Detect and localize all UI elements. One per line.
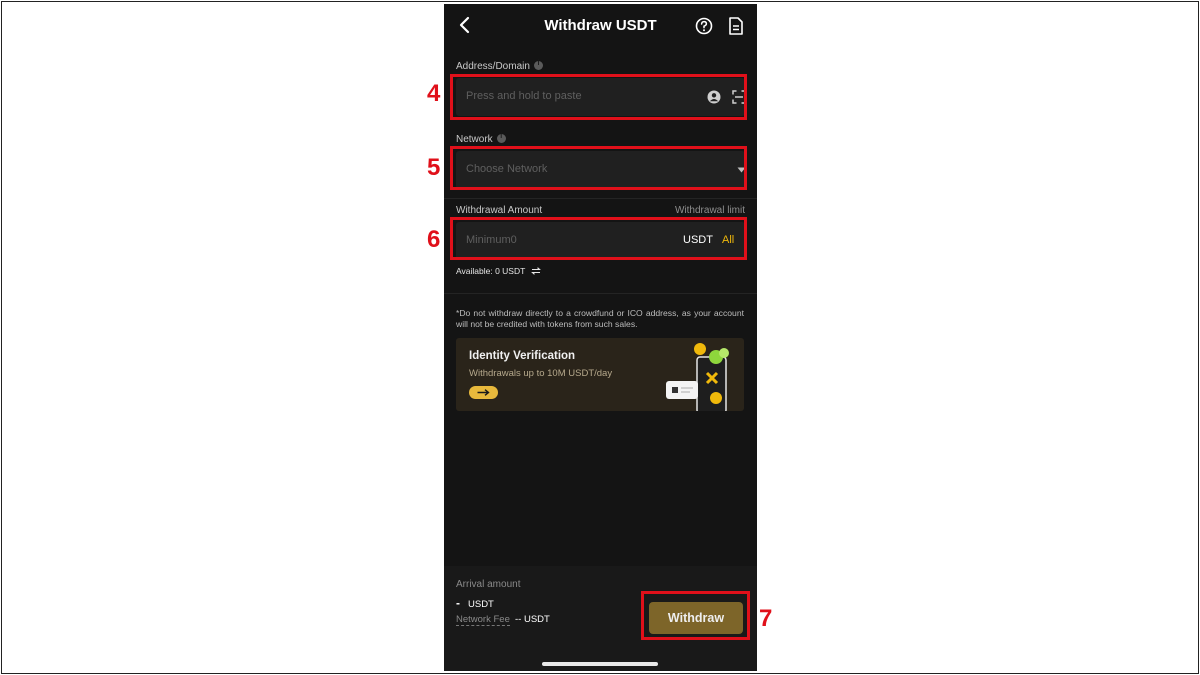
document-icon[interactable]	[727, 16, 745, 36]
arrival-amount-unit: USDT	[468, 599, 494, 610]
divider	[444, 293, 757, 294]
available-balance-row: Available: 0 USDT	[456, 266, 541, 276]
arrival-amount-value: -	[456, 596, 460, 610]
highlight-amount	[450, 217, 747, 260]
step-label-4: 4	[427, 80, 441, 107]
highlight-withdraw	[641, 591, 750, 640]
network-fee-value: -- USDT	[515, 614, 550, 625]
step-label-6: 6	[427, 226, 441, 253]
swap-icon[interactable]	[530, 267, 541, 275]
available-balance: Available: 0 USDT	[456, 266, 526, 276]
info-icon[interactable]	[533, 60, 543, 70]
home-indicator	[542, 662, 658, 666]
promo-title: Identity Verification	[469, 350, 576, 362]
info-icon[interactable]	[496, 133, 506, 143]
amount-label: Withdrawal Amount	[456, 205, 543, 216]
divider	[444, 198, 757, 199]
step-label-5: 5	[427, 154, 441, 181]
header: Withdraw USDT	[444, 4, 757, 48]
network-label-row: Network	[456, 133, 506, 145]
step-label-7: 7	[759, 605, 773, 632]
highlight-address	[450, 74, 747, 120]
withdrawal-limit-link[interactable]: Withdrawal limit	[675, 205, 745, 216]
address-label-row: Address/Domain	[456, 60, 543, 72]
identity-verification-card[interactable]: Identity Verification Withdrawals up to …	[456, 338, 744, 411]
withdraw-warning: *Do not withdraw directly to a crowdfund…	[456, 308, 744, 329]
highlight-network	[450, 146, 747, 190]
arrival-amount-label: Arrival amount	[456, 579, 521, 590]
help-icon[interactable]	[694, 16, 714, 36]
address-label: Address/Domain	[456, 61, 530, 72]
verification-illustration	[666, 343, 729, 411]
network-label: Network	[456, 134, 493, 145]
arrow-right-icon	[477, 389, 490, 396]
network-fee-label[interactable]: Network Fee	[456, 614, 510, 626]
promo-subtitle: Withdrawals up to 10M USDT/day	[469, 368, 613, 379]
promo-arrow-button[interactable]	[469, 386, 498, 399]
